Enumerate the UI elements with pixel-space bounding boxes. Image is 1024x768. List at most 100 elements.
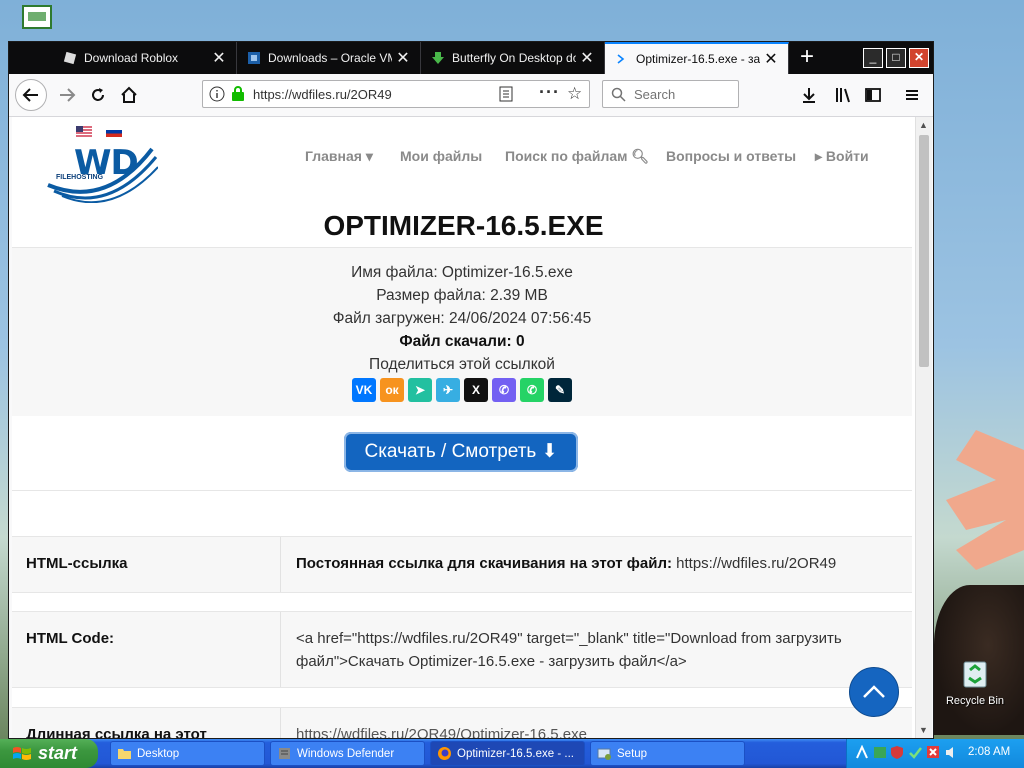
clock[interactable]: 2:08 AM xyxy=(968,746,1010,758)
taskbar: start Desktop Windows Defender Optimizer… xyxy=(0,739,1024,768)
share-vk-icon[interactable]: VK xyxy=(352,378,376,402)
file-downloads-line: Файл скачали: 0 xyxy=(399,333,525,350)
row-label: Длинная ссылка на этот xyxy=(26,726,207,738)
menu-home[interactable]: Главная ▾ xyxy=(305,148,373,165)
taskbar-optimizer[interactable]: Optimizer-16.5.exe - ... xyxy=(430,741,585,766)
windows-logo-icon xyxy=(13,746,31,760)
browser-window: Download Roblox ✕ Downloads – Oracle VM … xyxy=(8,41,934,739)
close-window-button[interactable]: ✕ xyxy=(909,48,929,68)
tray-network-icon[interactable] xyxy=(855,745,869,760)
reload-button[interactable] xyxy=(84,82,112,108)
file-size-line: Размер файла: 2.39 MB xyxy=(376,287,548,304)
loading-icon xyxy=(617,54,625,64)
tray-security-icon[interactable] xyxy=(873,745,887,760)
taskbar-setup[interactable]: Setup xyxy=(590,741,745,766)
close-tab-icon[interactable]: ✕ xyxy=(576,48,598,68)
menu-my-files[interactable]: Мои файлы xyxy=(400,148,482,164)
chevron-up-icon xyxy=(863,685,885,698)
english-flag-icon[interactable] xyxy=(76,126,92,137)
tab-butterfly[interactable]: Butterfly On Desktop dow ✕ xyxy=(421,42,605,74)
page-actions-icon[interactable]: ··· xyxy=(539,82,560,103)
system-tray: 2:08 AM xyxy=(846,739,1024,768)
new-tab-button[interactable]: + xyxy=(791,42,823,74)
tab-label: Downloads – Oracle VM V xyxy=(268,51,392,65)
tray-update-icon[interactable] xyxy=(908,745,922,760)
hamburger-menu-icon xyxy=(906,90,918,100)
minimize-button[interactable]: _ xyxy=(863,48,883,68)
share-buttons: VK ок ➤ ✈ X ✆ ✆ ✎ xyxy=(352,378,572,402)
menu-search-files[interactable]: Поиск по файлам 🔍︎ xyxy=(505,148,649,165)
close-tab-icon[interactable]: ✕ xyxy=(208,48,230,68)
library-button[interactable] xyxy=(829,82,857,108)
url-bar[interactable]: https://wdfiles.ru/2OR49 ··· ☆ xyxy=(202,80,590,108)
vertical-scrollbar[interactable]: ▲ ▼ xyxy=(915,117,932,738)
lock-icon xyxy=(232,86,244,101)
recycle-bin-icon xyxy=(963,661,987,688)
scroll-up-arrow-icon[interactable]: ▲ xyxy=(919,120,928,130)
file-title: OPTIMIZER-16.5.EXE xyxy=(12,204,915,247)
share-odnoklassniki-icon[interactable]: ок xyxy=(380,378,404,402)
roblox-icon xyxy=(63,51,77,65)
share-sendto-icon[interactable]: ➤ xyxy=(408,378,432,402)
file-uploaded-line: Файл загружен: 24/06/2024 07:56:45 xyxy=(332,310,592,327)
tab-download-roblox[interactable]: Download Roblox ✕ xyxy=(53,42,237,74)
html-link-row: HTML-ссылка Постоянная ссылка для скачив… xyxy=(12,536,912,593)
page-content: WD FILEHOSTING Главная ▾ Мои файлы Поиск… xyxy=(12,117,915,738)
russian-flag-icon[interactable] xyxy=(105,126,122,137)
download-button[interactable]: Скачать / Смотреть ⬇ xyxy=(344,432,578,472)
row-value[interactable]: <a href="https://wdfiles.ru/2OR49" targe… xyxy=(296,627,896,673)
scroll-down-arrow-icon[interactable]: ▼ xyxy=(919,725,928,735)
firefox-icon xyxy=(438,747,451,760)
menu-login[interactable]: ▸ Войти xyxy=(815,148,869,165)
share-livejournal-icon[interactable]: ✎ xyxy=(548,378,572,402)
row-value[interactable]: https://wdfiles.ru/2OR49/Optimizer-16.5.… xyxy=(296,723,896,738)
share-x-icon[interactable]: X xyxy=(464,378,488,402)
taskbar-windows-defender[interactable]: Windows Defender xyxy=(270,741,425,766)
start-button[interactable]: start xyxy=(0,739,98,768)
tab-label: Butterfly On Desktop dow xyxy=(452,51,576,65)
reader-view-icon[interactable] xyxy=(499,86,513,102)
taskbar-item-label: Optimizer-16.5.exe - ... xyxy=(457,747,574,760)
download-icon xyxy=(803,88,815,103)
menu-button[interactable] xyxy=(898,82,926,108)
tray-volume-icon[interactable] xyxy=(944,745,958,760)
tray-shield-icon[interactable] xyxy=(890,745,904,760)
maximize-button[interactable]: □ xyxy=(886,48,906,68)
recycle-bin[interactable]: Recycle Bin xyxy=(944,656,1006,707)
start-label: start xyxy=(38,743,78,763)
share-telegram-icon[interactable]: ✈ xyxy=(436,378,460,402)
scrollbar-thumb[interactable] xyxy=(919,135,929,367)
tab-label: Optimizer-16.5.exe - загру xyxy=(636,52,760,66)
sidebar-button[interactable] xyxy=(859,82,887,108)
file-name-line: Имя файла: Optimizer-16.5.exe xyxy=(351,264,573,281)
navigation-toolbar: https://wdfiles.ru/2OR49 ··· ☆ Search xyxy=(9,74,933,117)
row-value[interactable]: Постоянная ссылка для скачивания на этот… xyxy=(296,552,896,575)
setup-icon xyxy=(597,748,611,760)
close-tab-icon[interactable]: ✕ xyxy=(392,48,414,68)
tab-strip: Download Roblox ✕ Downloads – Oracle VM … xyxy=(9,42,933,74)
url-text[interactable]: https://wdfiles.ru/2OR49 xyxy=(253,87,392,102)
tab-downloads-oracle[interactable]: Downloads – Oracle VM V ✕ xyxy=(237,42,421,74)
home-button[interactable] xyxy=(115,82,143,108)
bookmark-star-icon[interactable]: ☆ xyxy=(567,84,582,104)
forward-button[interactable] xyxy=(53,82,81,108)
tray-warning-icon[interactable] xyxy=(926,745,940,760)
tab-optimizer[interactable]: Optimizer-16.5.exe - загру ✕ xyxy=(605,42,789,74)
search-icon xyxy=(611,87,626,102)
home-icon xyxy=(121,86,137,103)
back-button[interactable] xyxy=(15,79,47,111)
menu-faq[interactable]: Вопросы и ответы xyxy=(666,148,796,164)
site-logo[interactable]: WD FILEHOSTING xyxy=(46,139,158,203)
info-icon[interactable] xyxy=(209,86,225,102)
share-whatsapp-icon[interactable]: ✆ xyxy=(520,378,544,402)
search-box[interactable]: Search xyxy=(602,80,739,108)
taskbar-desktop[interactable]: Desktop xyxy=(110,741,265,766)
taskbar-item-label: Windows Defender xyxy=(297,747,395,760)
scroll-to-top-button[interactable] xyxy=(849,667,899,717)
downloads-button[interactable] xyxy=(795,82,823,108)
desktop-shortcut-icon[interactable] xyxy=(22,5,52,29)
long-link-row: Длинная ссылка на этот https://wdfiles.r… xyxy=(12,707,912,738)
library-icon xyxy=(836,88,850,103)
close-tab-icon[interactable]: ✕ xyxy=(760,49,782,69)
share-viber-icon[interactable]: ✆ xyxy=(492,378,516,402)
